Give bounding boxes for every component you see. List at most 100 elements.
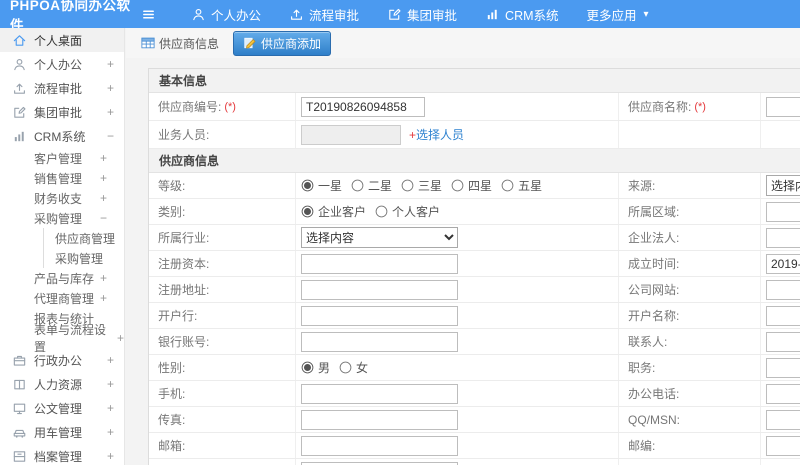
- field-label: 公司网站:: [628, 283, 680, 297]
- radio-label: 女: [356, 361, 369, 375]
- expand-toggle[interactable]: +: [107, 57, 114, 71]
- tab-supplier-info[interactable]: 供应商信息: [134, 32, 226, 55]
- expand-toggle[interactable]: +: [100, 291, 107, 305]
- radio-input[interactable]: [301, 205, 314, 218]
- text-input[interactable]: [301, 124, 401, 145]
- expand-toggle[interactable]: +: [100, 191, 107, 205]
- radio-input[interactable]: [301, 361, 314, 374]
- sidebar-item[interactable]: 集团审批 +: [0, 100, 124, 124]
- radio-input[interactable]: [351, 179, 364, 192]
- text-input[interactable]: [766, 305, 800, 326]
- topnav-item[interactable]: 流程审批: [275, 0, 373, 28]
- radio-option[interactable]: 男: [301, 359, 330, 376]
- sidebar-item[interactable]: 公文管理 +: [0, 396, 124, 420]
- sidebar-item[interactable]: 表单与流程设置 +: [0, 323, 124, 354]
- sidebar-item[interactable]: 采购管理 −: [0, 208, 124, 228]
- sidebar-item[interactable]: 采购管理: [43, 248, 124, 268]
- text-input[interactable]: [766, 253, 800, 274]
- radio-option[interactable]: 一星: [301, 177, 342, 194]
- text-input[interactable]: [766, 96, 800, 117]
- text-input[interactable]: [766, 201, 800, 222]
- field-label: 来源:: [628, 179, 656, 193]
- text-input[interactable]: [766, 331, 800, 352]
- radio-option[interactable]: 三星: [401, 177, 442, 194]
- expand-toggle[interactable]: −: [100, 211, 107, 225]
- expand-toggle[interactable]: +: [107, 377, 114, 391]
- sidebar-item-label: 供应商管理: [55, 231, 116, 246]
- topnav-item[interactable]: 集团审批: [373, 0, 471, 28]
- sidebar-item[interactable]: CRM系统 −: [0, 124, 124, 148]
- radio-input[interactable]: [301, 179, 314, 192]
- radio-option[interactable]: 企业客户: [301, 203, 366, 220]
- sidebar-item[interactable]: 销售管理 +: [0, 168, 124, 188]
- text-input[interactable]: [301, 253, 458, 274]
- sidebar-item[interactable]: 客户管理 +: [0, 148, 124, 168]
- text-input[interactable]: [301, 331, 458, 352]
- radio-input[interactable]: [375, 205, 388, 218]
- form-row: 所属行业: 选择内容 企业法人:: [149, 225, 800, 251]
- tab-supplier-add[interactable]: 供应商添加: [233, 30, 332, 56]
- text-input[interactable]: [766, 409, 800, 430]
- radio-option[interactable]: 五星: [501, 177, 542, 194]
- expand-toggle[interactable]: +: [107, 401, 114, 415]
- topnav-item[interactable]: 更多应用 ▾: [573, 0, 663, 28]
- upload-icon: [12, 81, 27, 96]
- sidebar-item-label: 公文管理: [34, 401, 83, 416]
- expand-toggle[interactable]: +: [100, 171, 107, 185]
- text-input[interactable]: [766, 279, 800, 300]
- sidebar-item[interactable]: 用车管理 +: [0, 420, 124, 444]
- expand-toggle[interactable]: +: [107, 105, 114, 119]
- text-input[interactable]: [301, 409, 458, 430]
- radio-option[interactable]: 二星: [351, 177, 392, 194]
- topnav-item[interactable]: CRM系统: [471, 0, 572, 28]
- text-input[interactable]: [301, 383, 458, 404]
- radio-input[interactable]: [339, 361, 352, 374]
- user-icon: [12, 57, 27, 72]
- radio-option[interactable]: 女: [339, 359, 368, 376]
- text-input[interactable]: [766, 383, 800, 404]
- field-label: 职务:: [628, 361, 656, 375]
- expand-toggle[interactable]: −: [107, 129, 114, 143]
- sidebar-item[interactable]: 流程审批 +: [0, 76, 124, 100]
- expand-toggle[interactable]: +: [107, 449, 114, 463]
- text-input[interactable]: [766, 435, 800, 456]
- sidebar-item[interactable]: 供应商管理: [43, 228, 124, 248]
- sidebar-item[interactable]: 代理商管理 +: [0, 288, 124, 308]
- text-input[interactable]: [301, 279, 458, 300]
- sidebar-item[interactable]: 产品与库存 +: [0, 268, 124, 288]
- text-input[interactable]: [766, 357, 800, 378]
- expand-toggle[interactable]: +: [100, 151, 107, 165]
- sidebar-item[interactable]: 财务收支 +: [0, 188, 124, 208]
- radio-input[interactable]: [501, 179, 514, 192]
- select-person-link[interactable]: +选择人员: [409, 126, 464, 143]
- sidebar-item[interactable]: 行政办公 +: [0, 348, 124, 372]
- sidebar-item[interactable]: 人力资源 +: [0, 372, 124, 396]
- text-input[interactable]: [301, 96, 425, 117]
- expand-toggle[interactable]: +: [107, 353, 114, 367]
- radio-option[interactable]: 个人客户: [375, 203, 440, 220]
- menu-toggle-icon[interactable]: [133, 7, 163, 22]
- text-input[interactable]: [301, 435, 458, 456]
- select-input[interactable]: 选择内容: [766, 175, 800, 196]
- field-label: 邮编:: [628, 439, 656, 453]
- field-label: 注册资本:: [158, 257, 210, 271]
- expand-toggle[interactable]: +: [107, 425, 114, 439]
- text-input[interactable]: [301, 305, 458, 326]
- table-icon: [141, 36, 155, 50]
- radio-option[interactable]: 四星: [451, 177, 492, 194]
- expand-toggle[interactable]: +: [117, 331, 124, 345]
- sidebar-item[interactable]: 个人办公 +: [0, 52, 124, 76]
- sidebar-item[interactable]: 档案管理 +: [0, 444, 124, 465]
- expand-toggle[interactable]: +: [100, 271, 107, 285]
- radio-input[interactable]: [401, 179, 414, 192]
- edit-icon: [12, 105, 27, 120]
- select-input[interactable]: 选择内容: [301, 227, 458, 248]
- expand-toggle[interactable]: +: [107, 81, 114, 95]
- radio-label: 男: [318, 361, 331, 375]
- sidebar-item[interactable]: 个人桌面: [0, 28, 124, 52]
- text-input[interactable]: [301, 461, 458, 465]
- form-row: 手机: 办公电话:: [149, 381, 800, 407]
- topnav-item[interactable]: 个人办公: [177, 0, 275, 28]
- text-input[interactable]: [766, 227, 800, 248]
- radio-input[interactable]: [451, 179, 464, 192]
